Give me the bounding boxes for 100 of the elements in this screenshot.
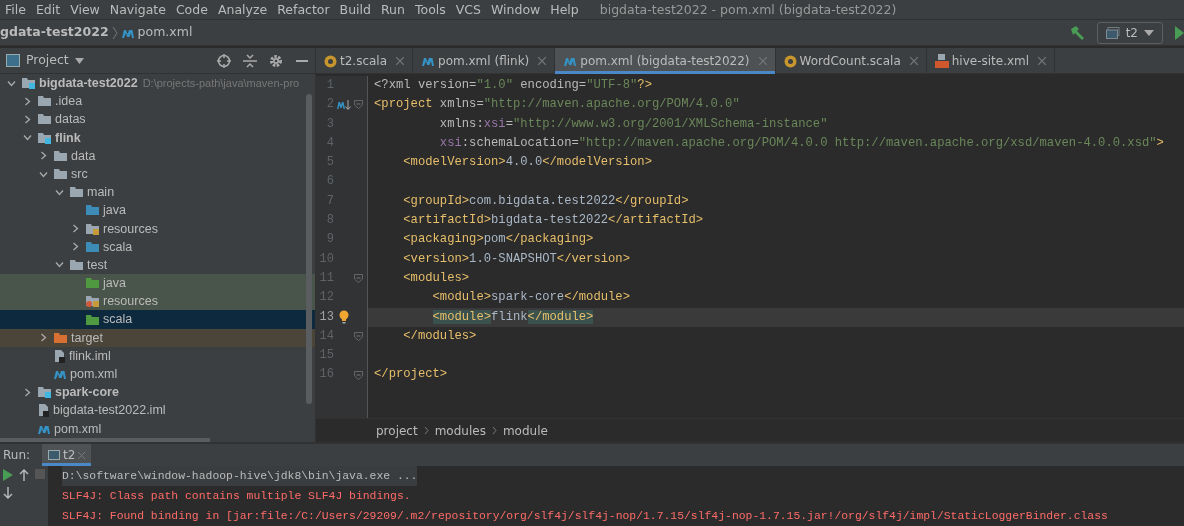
folder-icon xyxy=(37,385,52,400)
line-number: 13 xyxy=(318,308,334,326)
chevron-right-icon[interactable] xyxy=(22,96,32,106)
hammer-icon[interactable] xyxy=(1068,24,1085,41)
tree-item[interactable]: java xyxy=(0,274,315,293)
menu-item[interactable]: Tools xyxy=(409,0,451,19)
chevron-right-icon[interactable] xyxy=(38,151,48,161)
breadcrumb-item[interactable]: project xyxy=(376,421,418,440)
menu-item[interactable]: Run xyxy=(376,0,410,19)
scrollbar[interactable] xyxy=(306,94,312,404)
close-icon[interactable] xyxy=(396,57,405,65)
run-tab[interactable]: t2 xyxy=(42,444,92,466)
tree-item[interactable]: data xyxy=(0,146,315,165)
scala-icon xyxy=(783,54,797,68)
menu-item[interactable]: Build xyxy=(334,0,376,19)
tree-item[interactable]: bigdata-test2022.iml xyxy=(0,401,315,420)
folder-icon xyxy=(85,203,100,218)
tree-item[interactable]: spark-core xyxy=(0,383,315,402)
collapse-icon[interactable] xyxy=(243,53,257,68)
menu-item[interactable]: Navigate xyxy=(104,0,171,19)
maven-arrow-icon[interactable] xyxy=(337,98,351,111)
chevron-right-icon[interactable] xyxy=(22,114,32,124)
code-line: <?xml version="1.0" encoding="UTF-8"?> xyxy=(374,78,652,92)
breadcrumb-item[interactable]: module xyxy=(502,421,548,440)
tree-item[interactable]: bigdata-test2022 D:\projects-path\java\maven-pro xyxy=(0,74,315,93)
breadcrumb-item[interactable]: gdata-test2022 xyxy=(0,23,109,42)
code-line: <module>spark-core</module> xyxy=(431,290,630,305)
menu-item[interactable]: File xyxy=(0,0,31,19)
menu-item[interactable]: Edit xyxy=(30,0,66,19)
tree-item[interactable]: test xyxy=(0,255,315,275)
lightbulb-icon[interactable] xyxy=(339,310,349,325)
run-icon[interactable] xyxy=(3,469,13,481)
tree-item[interactable]: .idea xyxy=(0,92,315,111)
code-line: <artifactId>bigdata-test2022</artifactId> xyxy=(402,213,704,228)
tree-item[interactable]: flink xyxy=(0,128,315,147)
tree-item[interactable]: src xyxy=(0,164,315,184)
chevron-right-icon[interactable] xyxy=(70,242,80,252)
tree-item[interactable]: resources xyxy=(0,292,315,311)
settings-icon[interactable] xyxy=(269,53,283,68)
code-line: <project xmlns="http://maven.apache.org/POM/4.0.0" xyxy=(374,97,740,112)
console-line: SLF4J: Class path contains multiple SLF4J bindings. xyxy=(62,489,411,504)
chevron-down-icon[interactable] xyxy=(6,78,16,88)
xml-file-icon xyxy=(934,54,949,68)
folder-icon xyxy=(69,257,84,272)
run-icon[interactable] xyxy=(1175,25,1184,40)
folder-icon xyxy=(53,167,68,182)
fold-icon[interactable] xyxy=(354,332,363,341)
tree-item[interactable]: pom.xml xyxy=(0,419,315,438)
tree-item[interactable]: flink.iml xyxy=(0,346,315,365)
folder-icon xyxy=(53,148,68,163)
up-arrow-icon[interactable] xyxy=(19,469,29,481)
close-icon[interactable] xyxy=(909,57,918,65)
chevron-icon xyxy=(423,426,429,435)
folder-icon xyxy=(37,94,52,109)
breadcrumb-item[interactable]: pom.xml xyxy=(137,23,193,42)
folder-icon xyxy=(85,221,100,236)
menu-item[interactable]: VCS xyxy=(450,0,486,19)
chevron-down-icon[interactable] xyxy=(54,187,64,197)
tree-item[interactable]: scala xyxy=(0,310,315,329)
run-config-dropdown[interactable]: t2 xyxy=(1096,21,1163,44)
maven-icon xyxy=(563,55,578,67)
breadcrumb-item[interactable]: modules xyxy=(434,421,486,440)
fold-icon[interactable] xyxy=(354,100,363,110)
menu-item[interactable]: Analyze xyxy=(212,0,273,19)
chevron-right-icon[interactable] xyxy=(22,387,32,397)
file-icon xyxy=(53,348,66,363)
menu-item[interactable]: Window xyxy=(486,0,546,19)
down-arrow-icon[interactable] xyxy=(3,487,13,499)
tree-item[interactable]: main xyxy=(0,183,315,202)
folder-icon xyxy=(37,112,52,127)
locate-icon[interactable] xyxy=(217,53,231,68)
chevron-icon xyxy=(491,426,497,435)
menu-item[interactable]: Refactor xyxy=(272,0,335,19)
panel-title[interactable]: Project xyxy=(26,51,69,70)
tree-item[interactable]: pom.xml xyxy=(0,365,315,384)
tree-item[interactable]: scala xyxy=(0,237,315,256)
tree-item[interactable]: datas xyxy=(0,110,315,129)
editor-tab[interactable]: pom.xml (bigdata-test2022) xyxy=(555,48,776,74)
maven-icon xyxy=(53,368,67,381)
fold-icon[interactable] xyxy=(354,274,363,284)
menu-item[interactable]: Code xyxy=(170,0,213,19)
close-icon[interactable] xyxy=(538,57,547,65)
menu-item[interactable]: Help xyxy=(545,0,584,19)
chevron-down-icon[interactable] xyxy=(22,133,32,143)
folder-icon xyxy=(37,130,52,145)
chevron-right-icon[interactable] xyxy=(70,224,80,234)
code-line: <packaging>pom</packaging> xyxy=(402,232,594,247)
chevron-down-icon[interactable] xyxy=(38,169,48,179)
code-line: <modules> xyxy=(402,270,470,285)
window-title: bigdata-test2022 - pom.xml (bigdata-test2022) xyxy=(599,1,897,19)
chevron-right-icon[interactable] xyxy=(38,333,48,343)
tree-item[interactable]: java xyxy=(0,201,315,220)
caret-icon xyxy=(74,57,84,64)
chevron-down-icon[interactable] xyxy=(54,260,64,270)
tree-item[interactable]: resources xyxy=(0,219,315,238)
maven-icon xyxy=(421,55,436,67)
folder-icon xyxy=(21,76,36,91)
close-icon[interactable] xyxy=(1038,57,1047,65)
fold-icon[interactable] xyxy=(354,370,363,380)
menu-item[interactable]: View xyxy=(65,0,105,19)
